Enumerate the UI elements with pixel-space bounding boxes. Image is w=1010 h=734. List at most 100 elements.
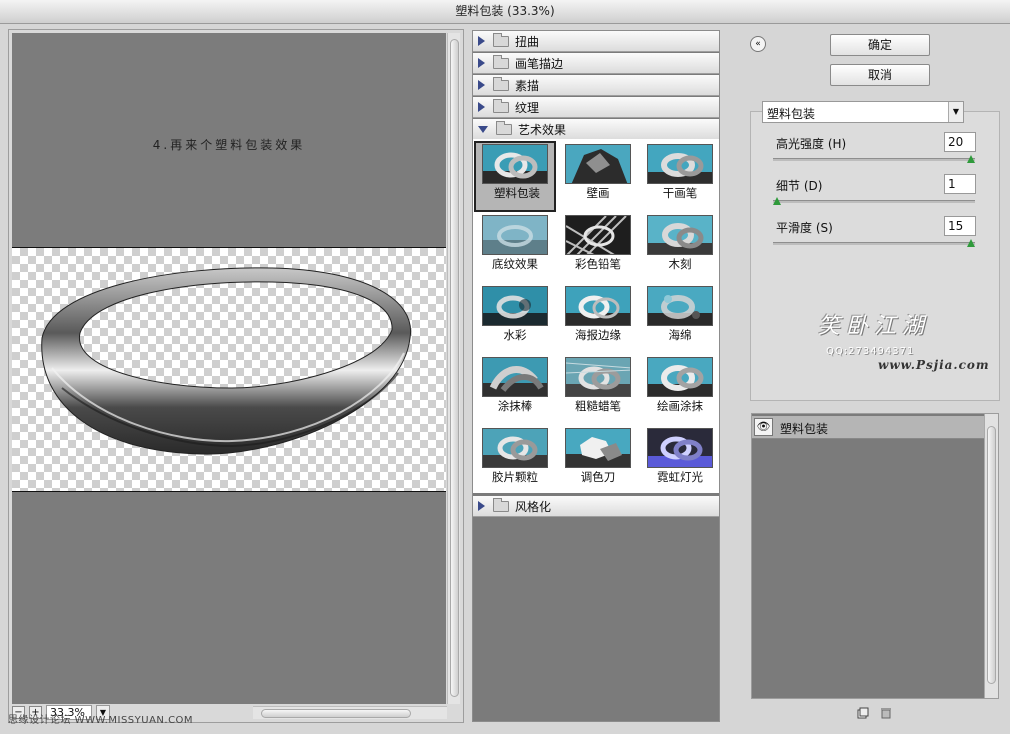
- category-texture[interactable]: 纹理: [473, 97, 719, 118]
- filter-tile-sponge[interactable]: 海绵: [639, 283, 721, 354]
- filter-thumbnail: [482, 357, 548, 397]
- filter-thumbnail: [647, 286, 713, 326]
- preview-canvas[interactable]: 4.再来个塑料包装效果: [12, 33, 446, 704]
- folder-icon: [493, 54, 509, 69]
- category-stylize[interactable]: 风格化: [473, 496, 719, 517]
- scroll-thumb[interactable]: [450, 39, 459, 697]
- filter-tile-label: 海绵: [668, 328, 692, 342]
- category-brush-strokes[interactable]: 画笔描边: [473, 53, 719, 74]
- category-label: 素描: [515, 78, 540, 93]
- filter-tile-rough-pastels[interactable]: 粗糙蜡笔: [557, 354, 639, 425]
- scroll-thumb[interactable]: [261, 709, 411, 718]
- filter-tile-fresco[interactable]: 壁画: [557, 141, 639, 212]
- filter-thumbnail: [482, 144, 548, 184]
- collapse-gallery-button[interactable]: «: [750, 36, 766, 52]
- filter-tile-label: 霓虹灯光: [657, 470, 703, 484]
- filter-thumbnail: [565, 144, 631, 184]
- filter-tile-label: 木刻: [668, 257, 692, 271]
- folder-icon: [493, 32, 509, 47]
- filter-tile-neon-glow[interactable]: 霓虹灯光: [639, 425, 721, 496]
- chevron-down-icon[interactable]: ▼: [948, 102, 963, 122]
- filter-select-value: 塑料包装: [767, 107, 816, 121]
- filter-thumbnail: [565, 286, 631, 326]
- smoothness-slider[interactable]: [773, 239, 975, 247]
- new-effect-layer-icon[interactable]: [857, 707, 869, 719]
- filter-thumbnail: [482, 428, 548, 468]
- expand-arrow-icon: [478, 36, 485, 46]
- preview-vertical-scrollbar[interactable]: [447, 33, 460, 704]
- slider-handle[interactable]: [967, 239, 975, 247]
- layers-scrollbar[interactable]: [984, 414, 998, 698]
- filter-tile-poster-edges[interactable]: 海报边缘: [557, 283, 639, 354]
- detail-input[interactable]: 1: [944, 174, 976, 194]
- filter-thumbnail: [482, 215, 548, 255]
- filter-tile-plastic-wrap[interactable]: 塑料包装: [474, 141, 556, 212]
- filter-tile-palette-knife[interactable]: 调色刀: [557, 425, 639, 496]
- highlight-strength-label: 高光强度 (H): [776, 137, 847, 151]
- filter-tile-underpainting[interactable]: 底纹效果: [474, 212, 556, 283]
- preview-panel: 4.再来个塑料包装效果 − + 33.3% ▼: [8, 29, 464, 723]
- category-label: 画笔描边: [515, 56, 564, 71]
- ok-button[interactable]: 确定: [830, 34, 930, 56]
- filter-tile-label: 绘画涂抹: [657, 399, 703, 413]
- filter-tile-label: 涂抹棒: [497, 399, 533, 413]
- filter-tile-label: 胶片颗粒: [492, 470, 538, 484]
- slider-handle[interactable]: [967, 155, 975, 163]
- smoothness-label: 平滑度 (S): [776, 221, 833, 235]
- preview-caption: 4.再来个塑料包装效果: [152, 138, 306, 152]
- filter-thumbnail: [482, 286, 548, 326]
- detail-slider[interactable]: [773, 197, 975, 205]
- filter-tile-cutout[interactable]: 木刻: [639, 212, 721, 283]
- filter-tile-film-grain[interactable]: 胶片颗粒: [474, 425, 556, 496]
- filter-thumbnail: [647, 357, 713, 397]
- expand-arrow-icon: [478, 501, 485, 511]
- category-sketch[interactable]: 素描: [473, 75, 719, 96]
- filter-tile-smudge-stick[interactable]: 涂抹棒: [474, 354, 556, 425]
- trash-icon[interactable]: [880, 707, 892, 719]
- expand-arrow-icon: [478, 102, 485, 112]
- category-label: 纹理: [515, 100, 540, 115]
- highlight-strength-slider[interactable]: [773, 155, 975, 163]
- filter-select[interactable]: 塑料包装 ▼: [762, 101, 964, 123]
- filter-thumbnail-grid: 塑料包装 壁画 干画笔 底纹效果 彩色铅笔 木刻 水彩 海报边缘 海绵 涂抹棒 …: [473, 139, 719, 493]
- filter-thumbnail: [565, 357, 631, 397]
- filter-tile-watercolor[interactable]: 水彩: [474, 283, 556, 354]
- plastic-ring-image: [41, 267, 412, 455]
- filter-tile-label: 底纹效果: [492, 257, 538, 271]
- eye-icon[interactable]: 👁: [754, 418, 773, 436]
- folder-icon: [493, 98, 509, 113]
- filter-tile-colored-pencil[interactable]: 彩色铅笔: [557, 212, 639, 283]
- filter-tile-label: 海报边缘: [575, 328, 621, 342]
- filter-tile-paint-daubs[interactable]: 绘画涂抹: [639, 354, 721, 425]
- scroll-thumb[interactable]: [987, 426, 996, 684]
- expand-arrow-icon: [478, 58, 485, 68]
- filter-tile-label: 壁画: [586, 186, 610, 200]
- folder-icon: [493, 76, 509, 91]
- effect-layers-panel: 👁 塑料包装: [751, 413, 999, 699]
- filter-thumbnail: [647, 144, 713, 184]
- filter-thumbnail: [647, 215, 713, 255]
- filter-tile-dry-brush[interactable]: 干画笔: [639, 141, 721, 212]
- filter-gallery-list: 扭曲 画笔描边 素描 纹理 艺术效果 塑料包装 壁画 干画笔 底纹效果 彩色铅笔…: [472, 30, 720, 722]
- category-label: 艺术效果: [518, 122, 567, 137]
- category-label: 扭曲: [515, 34, 540, 49]
- watermark-logo: 笑卧江湖: [818, 314, 931, 339]
- highlight-strength-input[interactable]: 20: [944, 132, 976, 152]
- folder-open-icon: [496, 120, 512, 135]
- filter-tile-label: 调色刀: [580, 470, 616, 484]
- watermark-url: www.Psjia.com: [878, 358, 990, 372]
- filter-thumbnail: [647, 428, 713, 468]
- folder-icon: [493, 497, 509, 512]
- transparent-area: [12, 247, 446, 492]
- filter-tile-label: 水彩: [503, 328, 527, 342]
- effect-layer-row[interactable]: 👁 塑料包装: [752, 416, 984, 439]
- effect-layer-label: 塑料包装: [780, 422, 829, 436]
- category-artistic[interactable]: 艺术效果: [473, 119, 719, 140]
- category-distort[interactable]: 扭曲: [473, 31, 719, 52]
- smoothness-input[interactable]: 15: [944, 216, 976, 236]
- slider-handle[interactable]: [773, 197, 781, 205]
- preview-horizontal-scrollbar[interactable]: [253, 706, 447, 719]
- filter-tile-label: 塑料包装: [494, 186, 540, 200]
- detail-label: 细节 (D): [776, 179, 823, 193]
- cancel-button[interactable]: 取消: [830, 64, 930, 86]
